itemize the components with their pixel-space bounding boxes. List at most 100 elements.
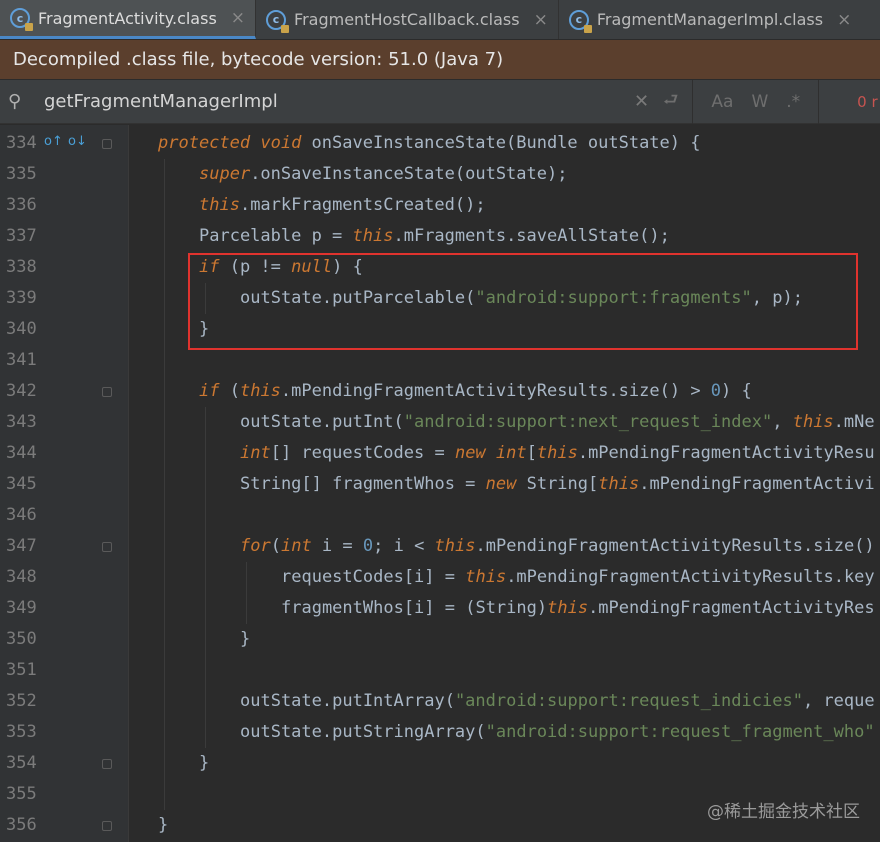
code-line[interactable]: 349 fragmentWhos[i] = (String)this.mPendi… [0, 593, 880, 624]
fold-marker-icon[interactable] [102, 139, 112, 149]
code-line[interactable]: 353 outState.putStringArray("android:supp… [0, 717, 880, 748]
code-line[interactable]: 335 super.onSaveInstanceState(outState); [0, 159, 880, 190]
code-line[interactable]: 348 requestCodes[i] = this.mPendingFragme… [0, 562, 880, 593]
code-line[interactable]: 337 Parcelable p = this.mFragments.saveAl… [0, 221, 880, 252]
code-token: .onSaveInstanceState(outState); [250, 164, 568, 184]
code-text: requestCodes[i] = this.mPendingFragmentA… [281, 562, 875, 593]
line-number: 334 [6, 133, 37, 153]
code-token: 0 [710, 381, 722, 401]
code-line[interactable]: 351 [0, 655, 880, 686]
code-line[interactable]: 336 this.markFragmentsCreated(); [0, 190, 880, 221]
code-token: .mPendingFragmentActivityResults.size() … [280, 381, 711, 401]
line-number: 342 [6, 381, 37, 401]
code-token: String[] fragmentWhos = [240, 474, 486, 494]
class-file-icon: c [568, 9, 592, 33]
match-case-button[interactable]: Aa [711, 92, 733, 112]
line-number: 345 [6, 474, 37, 494]
code-line[interactable]: 343 outState.putInt("android:support:next… [0, 407, 880, 438]
tab-fragment-host-callback[interactable]: c FragmentHostCallback.class × [256, 0, 559, 39]
line-number: 355 [6, 784, 37, 804]
code-text: for(int i = 0; i < this.mPendingFragment… [240, 531, 875, 562]
code-token: outState.putInt( [240, 412, 404, 432]
code-token: if [199, 381, 230, 401]
code-token: .mFragments.saveAllState(); [393, 226, 670, 246]
regex-button[interactable]: .* [786, 92, 800, 112]
implemented-method-icon[interactable]: o↓ [68, 134, 87, 149]
code-token: int [240, 443, 271, 463]
code-line[interactable]: 344 int[] requestCodes = new int[this.mPe… [0, 438, 880, 469]
code-token: this [352, 226, 394, 246]
code-token: , [772, 412, 793, 432]
watermark: @稀土掘金技术社区 [707, 802, 860, 822]
code-token: outState.putIntArray( [240, 691, 455, 711]
editor-tab-bar: c FragmentActivity.class × c FragmentHos… [0, 0, 880, 40]
line-number: 351 [6, 660, 37, 680]
close-icon[interactable]: × [231, 8, 245, 28]
new-line-icon[interactable]: ⮐ [663, 87, 678, 116]
code-token: ) { [721, 381, 752, 401]
toolbar-divider [692, 79, 694, 124]
code-token: fragmentWhos[i] = (String) [281, 598, 548, 618]
code-editor[interactable]: 334 protected void onSaveInstanceState(Bu… [0, 125, 880, 842]
line-number: 354 [6, 753, 37, 773]
fold-marker-icon[interactable] [102, 542, 112, 552]
tab-label: FragmentManagerImpl.class [596, 10, 824, 29]
code-token: for [240, 536, 271, 556]
code-text: protected void onSaveInstanceState(Bundl… [158, 128, 700, 159]
whole-words-button[interactable]: W [751, 92, 768, 112]
search-icon[interactable]: ⚲ [8, 91, 32, 112]
code-line[interactable]: 334 protected void onSaveInstanceState(Bu… [0, 128, 880, 159]
code-text: super.onSaveInstanceState(outState); [199, 159, 567, 190]
code-line[interactable]: 342 if (this.mPendingFragmentActivityResu… [0, 376, 880, 407]
code-token: Parcelable p = [199, 226, 353, 246]
code-line[interactable]: 347 for(int i = 0; i < this.mPendingFragm… [0, 531, 880, 562]
line-number: 338 [6, 257, 37, 277]
fold-marker-icon[interactable] [102, 821, 112, 831]
code-token: outState.putStringArray( [240, 722, 486, 742]
tab-fragment-manager-impl[interactable]: c FragmentManagerImpl.class × [559, 0, 862, 39]
toolbar-divider [818, 79, 820, 124]
code-text: outState.putStringArray("android:support… [240, 717, 875, 748]
code-line[interactable]: 346 [0, 500, 880, 531]
tab-label: FragmentHostCallback.class [294, 10, 520, 29]
search-input[interactable] [42, 90, 616, 113]
clear-search-icon[interactable]: ✕ [634, 91, 649, 112]
code-text: } [240, 624, 250, 655]
code-token: i = [321, 536, 363, 556]
code-token: .mNe [833, 412, 875, 432]
line-number: 337 [6, 226, 37, 246]
code-token: this [199, 195, 240, 215]
code-line[interactable]: 354} [0, 748, 880, 779]
line-number: 343 [6, 412, 37, 432]
close-icon[interactable]: × [534, 10, 548, 30]
highlight-annotation-box [188, 253, 858, 350]
line-number: 346 [6, 505, 37, 525]
close-icon[interactable]: × [837, 10, 851, 30]
code-text: this.markFragmentsCreated(); [199, 190, 486, 221]
code-token: "android:support:next_request_index" [403, 412, 773, 432]
banner-text: Decompiled .class file, bytecode version… [13, 49, 504, 70]
line-number: 340 [6, 319, 37, 339]
line-number: 348 [6, 567, 37, 587]
code-text: int[] requestCodes = new int[this.mPendi… [240, 438, 875, 469]
code-line[interactable]: 345 String[] fragmentWhos = new String[th… [0, 469, 880, 500]
code-token: new [485, 474, 527, 494]
tab-fragment-activity[interactable]: c FragmentActivity.class × [0, 0, 257, 39]
code-token: , reque [802, 691, 875, 711]
override-method-icon[interactable]: o↑ [44, 134, 63, 149]
code-token: .mPendingFragmentActivityResults.size() [475, 536, 875, 556]
line-number: 335 [6, 164, 37, 184]
code-token: .markFragmentsCreated(); [239, 195, 486, 215]
code-text: } [199, 748, 209, 779]
fold-marker-icon[interactable] [102, 387, 112, 397]
line-number: 353 [6, 722, 37, 742]
code-line[interactable]: 352 outState.putIntArray("android:support… [0, 686, 880, 717]
line-number: 350 [6, 629, 37, 649]
code-token: .mPendingFragmentActivityResults.key [506, 567, 875, 587]
code-line[interactable]: 350} [0, 624, 880, 655]
code-token: int [495, 443, 527, 463]
code-token: .mPendingFragmentActivityResu [577, 443, 875, 463]
code-token: "android:support:request_indicies" [454, 691, 803, 711]
fold-marker-icon[interactable] [102, 759, 112, 769]
code-token: new [454, 443, 496, 463]
